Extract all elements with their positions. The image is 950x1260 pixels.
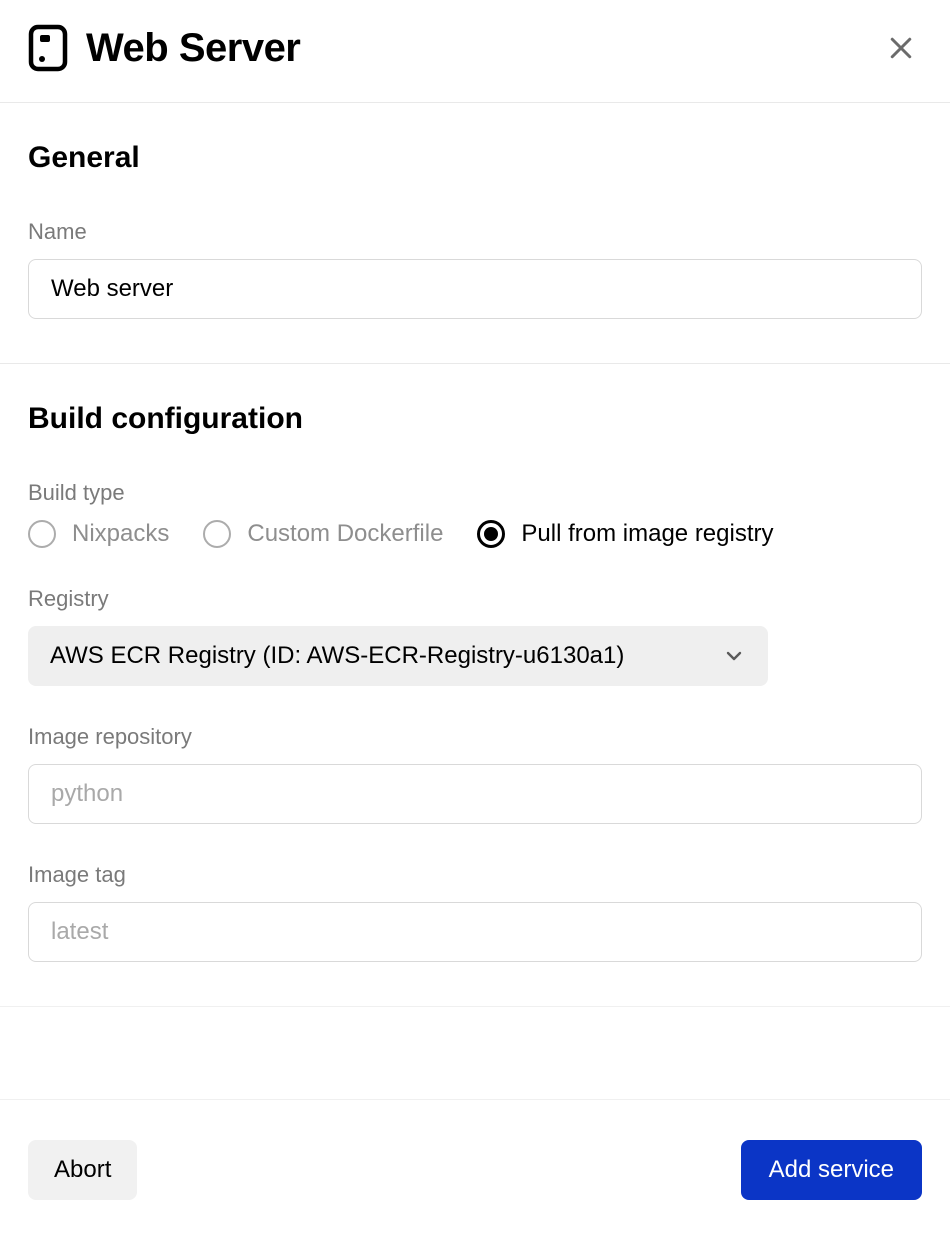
header-left: Web Server bbox=[28, 24, 300, 72]
image-tag-field: Image tag bbox=[28, 862, 922, 962]
footer: Abort Add service bbox=[0, 1099, 950, 1260]
radio-label-dockerfile: Custom Dockerfile bbox=[247, 520, 443, 548]
chevron-down-icon bbox=[722, 644, 746, 668]
registry-value: AWS ECR Registry (ID: AWS-ECR-Registry-u… bbox=[50, 642, 624, 670]
build-section-title: Build configuration bbox=[28, 402, 922, 436]
image-repo-field: Image repository bbox=[28, 724, 922, 824]
page-title: Web Server bbox=[86, 26, 300, 71]
name-input[interactable] bbox=[28, 259, 922, 319]
close-icon bbox=[886, 33, 916, 63]
image-tag-input[interactable] bbox=[28, 902, 922, 962]
registry-select[interactable]: AWS ECR Registry (ID: AWS-ECR-Registry-u… bbox=[28, 626, 768, 686]
general-section-title: General bbox=[28, 141, 922, 175]
add-service-button[interactable]: Add service bbox=[741, 1140, 922, 1200]
build-type-label: Build type bbox=[28, 480, 922, 506]
abort-button[interactable]: Abort bbox=[28, 1140, 137, 1200]
registry-field: Registry AWS ECR Registry (ID: AWS-ECR-R… bbox=[28, 586, 922, 686]
radio-icon bbox=[28, 520, 56, 548]
close-button[interactable] bbox=[880, 27, 922, 69]
radio-icon bbox=[477, 520, 505, 548]
radio-registry[interactable]: Pull from image registry bbox=[477, 520, 773, 548]
name-field: Name bbox=[28, 219, 922, 319]
name-label: Name bbox=[28, 219, 922, 245]
general-section: General Name bbox=[0, 103, 950, 364]
radio-icon bbox=[203, 520, 231, 548]
radio-label-registry: Pull from image registry bbox=[521, 520, 773, 548]
image-repo-input[interactable] bbox=[28, 764, 922, 824]
radio-nixpacks[interactable]: Nixpacks bbox=[28, 520, 169, 548]
registry-label: Registry bbox=[28, 586, 922, 612]
header: Web Server bbox=[0, 0, 950, 103]
build-section: Build configuration Build type Nixpacks … bbox=[0, 364, 950, 1007]
image-tag-label: Image tag bbox=[28, 862, 922, 888]
image-repo-label: Image repository bbox=[28, 724, 922, 750]
build-type-radio-group: Nixpacks Custom Dockerfile Pull from ima… bbox=[28, 520, 922, 548]
server-icon bbox=[28, 24, 68, 72]
radio-dockerfile[interactable]: Custom Dockerfile bbox=[203, 520, 443, 548]
radio-label-nixpacks: Nixpacks bbox=[72, 520, 169, 548]
